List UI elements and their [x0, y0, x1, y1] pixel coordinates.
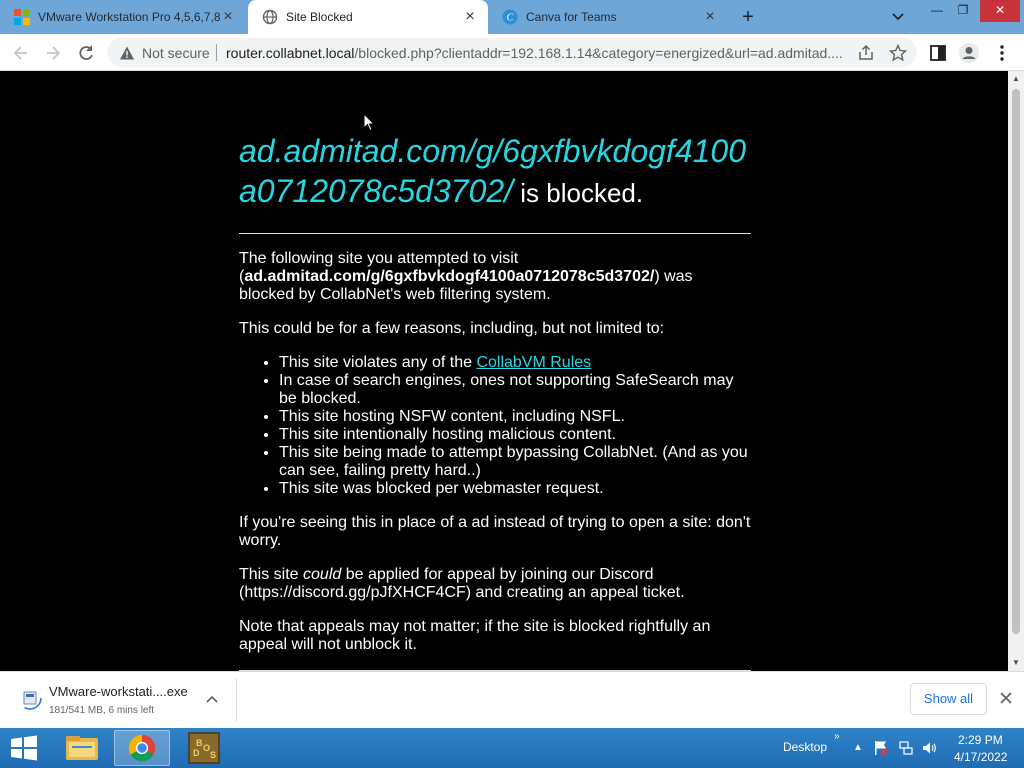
page-title: ad.admitad.com/g/6gxfbvkdogf4100a0712078… [239, 131, 751, 213]
blocked-host: ad.admitad.com/g/6gxfbvkdogf4100a0712078… [239, 133, 746, 209]
share-icon[interactable] [857, 44, 875, 62]
reload-icon[interactable] [75, 42, 97, 64]
close-icon[interactable] [999, 691, 1013, 705]
back-icon[interactable] [10, 42, 32, 64]
reasons-intro: This could be for a few reasons, includi… [239, 320, 665, 337]
tab-canva[interactable]: C Canva for Teams × [488, 0, 728, 34]
close-icon[interactable]: × [702, 9, 718, 25]
not-secure-label[interactable]: Not secure [142, 45, 210, 61]
side-panel-icon[interactable] [927, 42, 949, 64]
download-status: 181/541 MB, 6 mins left [49, 705, 155, 716]
appeal-note: Note that appeals may not matter; if the… [239, 618, 711, 653]
divider [239, 233, 751, 234]
taskbar-file-explorer[interactable] [54, 730, 110, 766]
svg-text:D: D [193, 748, 200, 758]
mouse-cursor-icon [363, 113, 375, 132]
dosbox-icon: B D O S [188, 732, 220, 764]
svg-text:B: B [196, 738, 203, 748]
vmware-icon [14, 9, 30, 25]
volume-icon[interactable] [921, 740, 937, 756]
tab-title: Site Blocked [286, 10, 353, 24]
taskbar-chrome[interactable] [114, 730, 170, 766]
download-file-name[interactable]: VMware-workstati....exe [49, 684, 188, 699]
svg-text:O: O [203, 743, 210, 753]
tab-vmware[interactable]: VMware Workstation Pro 4,5,6,7,8 × [0, 0, 246, 34]
tab-strip: VMware Workstation Pro 4,5,6,7,8 × Site … [0, 0, 1024, 34]
new-tab-button[interactable]: + [736, 5, 760, 29]
show-all-button[interactable]: Show all [910, 683, 987, 715]
menu-kebab-icon[interactable] [991, 42, 1013, 64]
tab-site-blocked[interactable]: Site Blocked × [248, 0, 488, 34]
close-icon[interactable]: × [462, 9, 478, 25]
close-icon[interactable]: × [220, 9, 236, 25]
intro-paragraph: The following site you attempted to visi… [239, 250, 751, 304]
show-hidden-icons-icon[interactable]: ▲ [853, 742, 863, 753]
desktop-toolbar-label[interactable]: Desktop [783, 740, 827, 754]
list-item: This site intentionally hosting maliciou… [279, 426, 751, 444]
toolbar-overflow-icon[interactable]: » [834, 731, 840, 742]
url-text[interactable]: router.collabnet.local/blocked.php?clien… [226, 45, 851, 61]
chevron-down-icon[interactable] [888, 8, 908, 26]
collabvm-rules-link[interactable]: CollabVM Rules [476, 354, 591, 371]
svg-text:S: S [210, 750, 216, 760]
chrome-icon [128, 734, 156, 762]
list-item: This site being made to attempt bypassin… [279, 444, 751, 480]
bookmark-star-icon[interactable] [889, 44, 907, 62]
list-item: This site hosting NSFW content, includin… [279, 408, 751, 426]
list-item: This site violates any of the CollabVM R… [279, 354, 751, 372]
browser-toolbar: Not secure router.collabnet.local/blocke… [0, 34, 1024, 71]
ad-note: If you're seeing this in place of a ad i… [239, 514, 751, 549]
appeal-emphasis: could [303, 566, 342, 583]
clock-date[interactable]: 4/17/2022 [954, 750, 1007, 764]
reasons-list: This site violates any of the CollabVM R… [279, 354, 751, 498]
appeal-paragraph: This site could be applied for appeal by… [239, 566, 751, 602]
scroll-thumb[interactable] [1012, 89, 1020, 634]
list-item: This site was blocked per webmaster requ… [279, 480, 751, 498]
action-center-flag-icon[interactable] [873, 740, 889, 756]
divider [236, 678, 237, 722]
reason-text: This site violates any of the [279, 354, 477, 371]
forward-icon[interactable] [42, 42, 64, 64]
svg-text:C: C [507, 13, 514, 24]
restore-button[interactable]: ❐ [950, 0, 976, 22]
file-explorer-icon [66, 736, 98, 760]
profile-avatar-icon[interactable] [958, 42, 980, 64]
clock-time[interactable]: 2:29 PM [958, 733, 1003, 747]
download-shelf: VMware-workstati....exe 181/541 MB, 6 mi… [0, 671, 1024, 728]
blocked-notice: ad.admitad.com/g/6gxfbvkdogf4100a0712078… [239, 131, 751, 671]
list-item: In case of search engines, ones not supp… [279, 372, 751, 408]
url-host: router.collabnet.local [226, 45, 355, 61]
window-close-button[interactable]: ✕ [980, 0, 1020, 22]
chevron-up-icon[interactable] [205, 692, 219, 706]
scroll-up-arrow-icon[interactable]: ▲ [1012, 75, 1020, 83]
page-scrollbar[interactable]: ▲ ▼ [1008, 71, 1024, 671]
appeal-text: This site [239, 566, 304, 583]
divider [216, 44, 217, 61]
windows-taskbar: B D O S Desktop » ▲ 2:29 PM 4/17/2022 [0, 728, 1024, 768]
windows-start-icon[interactable] [8, 734, 40, 762]
taskbar-dosbox[interactable]: B D O S [176, 730, 232, 766]
minimize-button[interactable]: — [924, 0, 950, 22]
tab-title: VMware Workstation Pro 4,5,6,7,8 [38, 10, 220, 24]
scroll-down-arrow-icon[interactable]: ▼ [1012, 659, 1020, 667]
warning-icon[interactable] [119, 45, 135, 61]
intro-host: ad.admitad.com/g/6gxfbvkdogf4100a0712078… [244, 268, 655, 285]
page-content: ad.admitad.com/g/6gxfbvkdogf4100a0712078… [0, 71, 1008, 671]
is-blocked-text: is blocked. [513, 178, 644, 208]
installer-file-icon[interactable] [18, 686, 42, 710]
address-bar[interactable]: Not secure router.collabnet.local/blocke… [107, 38, 917, 67]
globe-icon [262, 9, 278, 25]
canva-icon: C [502, 9, 518, 25]
tab-title: Canva for Teams [526, 10, 617, 24]
url-path: /blocked.php?clientaddr=192.168.1.14&cat… [354, 45, 843, 61]
network-icon[interactable] [898, 740, 914, 756]
